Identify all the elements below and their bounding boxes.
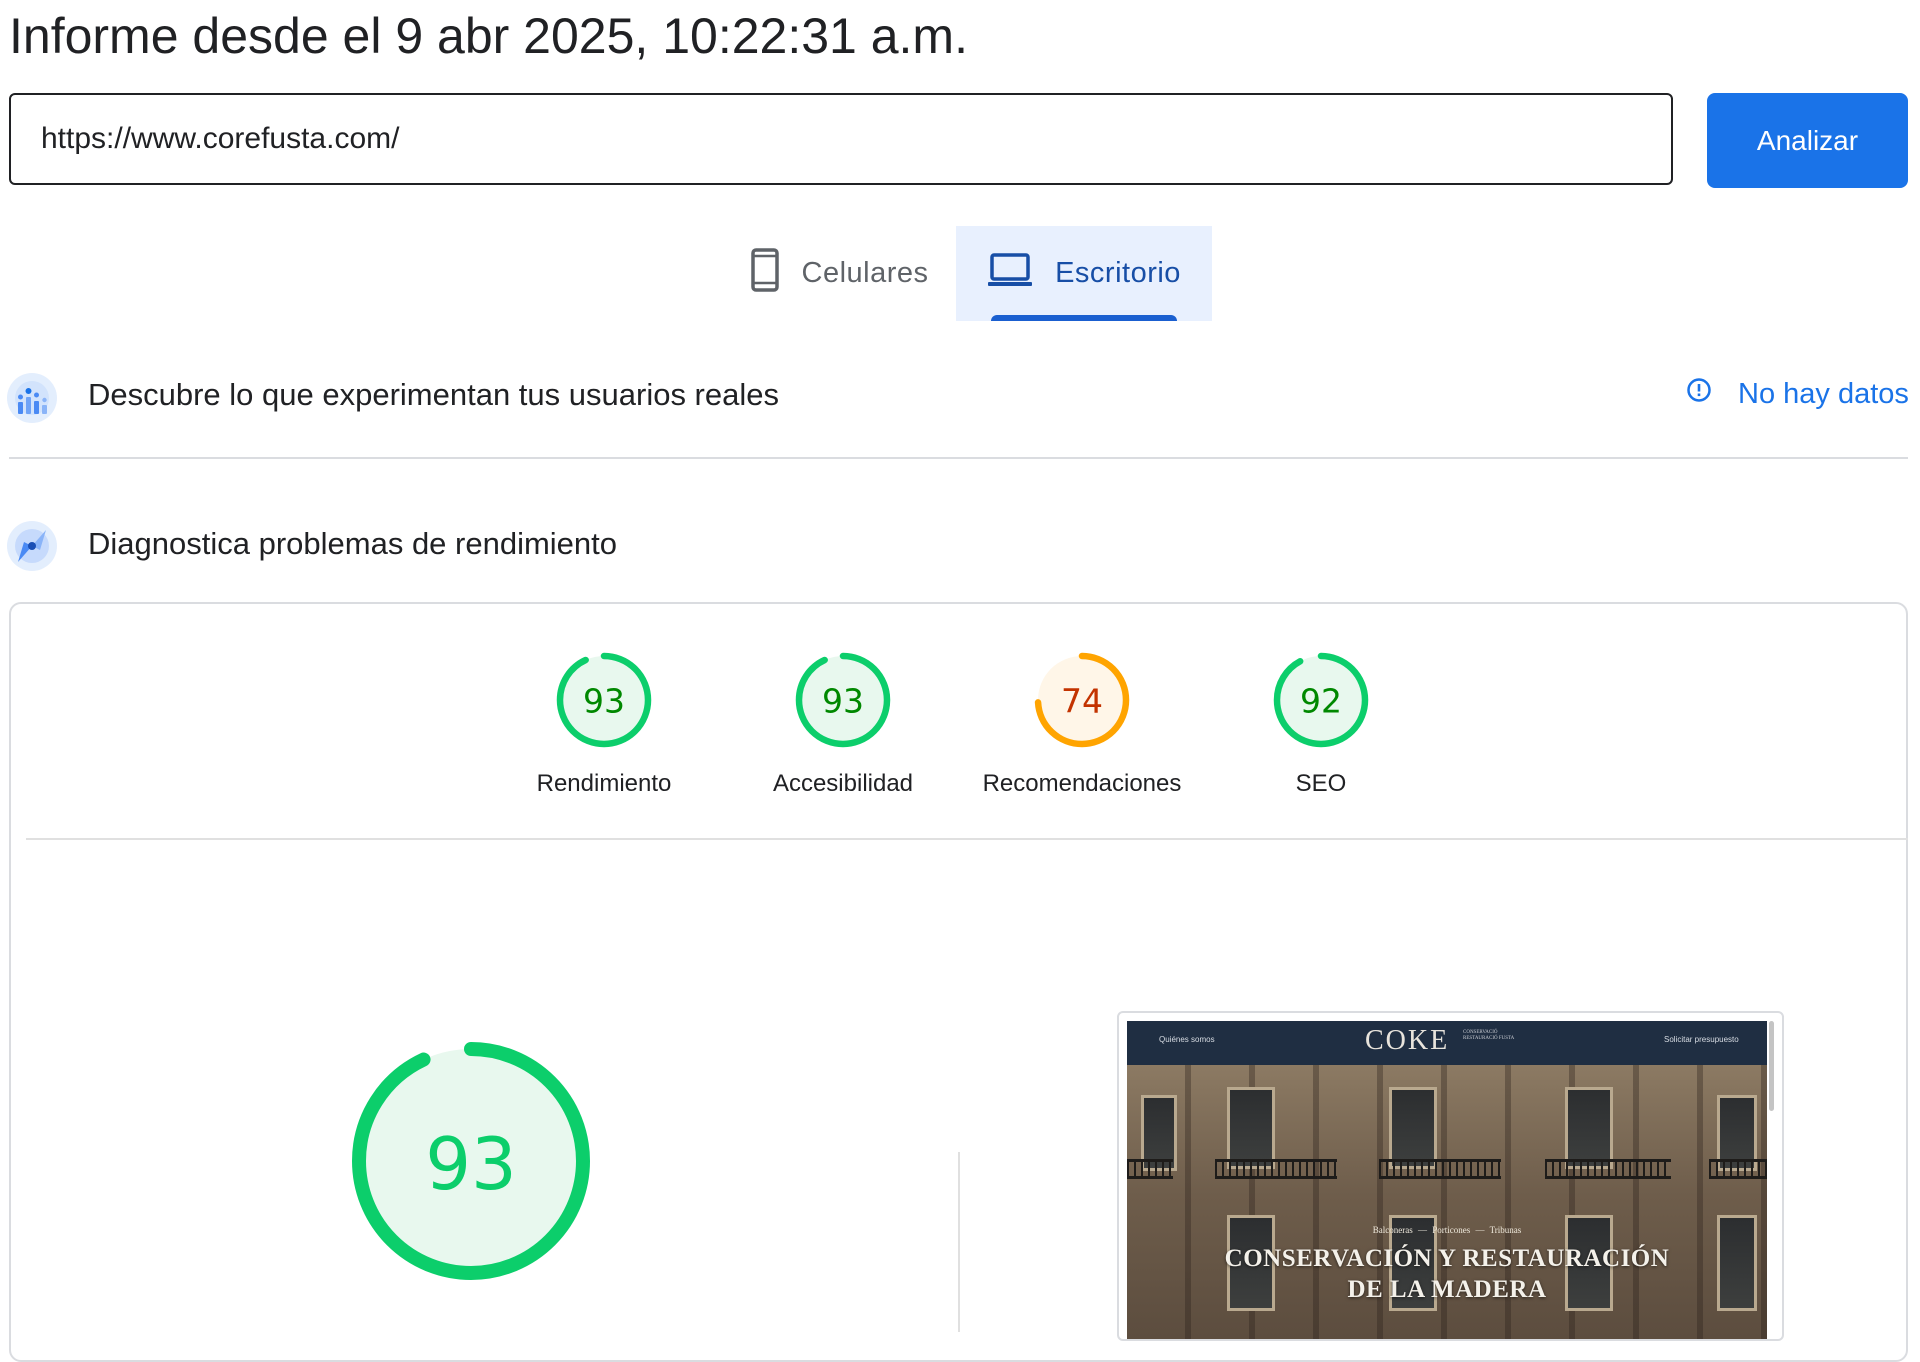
gauge-score: 74: [1061, 682, 1103, 721]
gauge-score: 93: [822, 682, 864, 721]
screenshot-headline: CONSERVACIÓN Y RESTAURACIÓN DE LA MADERA: [1127, 1243, 1767, 1305]
no-data-link[interactable]: No hay datos: [1686, 377, 1909, 411]
page-screenshot: Quiénes somos COKE CONSERVACIÓ RESTAURAC…: [1117, 1011, 1784, 1341]
gauge-score: 93: [583, 682, 625, 721]
tab-selected-indicator: [991, 315, 1177, 321]
tab-mobile[interactable]: Celulares: [722, 226, 956, 321]
screenshot-nav-right: Solicitar presupuesto: [1664, 1035, 1739, 1044]
main-performance-gauge[interactable]: 93: [346, 1036, 596, 1291]
tab-mobile-label: Celulares: [801, 257, 929, 289]
gauge-label: Recomendaciones: [982, 770, 1182, 797]
smartphone-icon: [750, 247, 780, 300]
analyze-button[interactable]: Analizar: [1707, 93, 1908, 188]
gauge-label: Rendimiento: [536, 770, 672, 797]
main-gauge-score: 93: [425, 1122, 517, 1206]
tab-desktop[interactable]: Escritorio: [956, 226, 1212, 321]
screenshot-categories: Balconeras — Porticones — Tribunas: [1372, 1225, 1522, 1235]
screenshot-content: Quiénes somos COKE CONSERVACIÓ RESTAURAC…: [1127, 1021, 1767, 1339]
gauge-ring: 74: [1034, 652, 1130, 748]
vertical-divider: [958, 1152, 960, 1332]
main-gauge-ring: 93: [352, 1042, 590, 1280]
report-title: Informe desde el 9 abr 2025, 10:22:31 a.…: [9, 8, 968, 64]
gauge-ring: 92: [1273, 652, 1369, 748]
tab-desktop-label: Escritorio: [1055, 257, 1181, 289]
gauge-score: 92: [1300, 682, 1342, 721]
screenshot-scrollbar: [1769, 1021, 1774, 1111]
gauge-label: Accesibilidad: [772, 770, 914, 797]
gauge-performance[interactable]: 93 Rendimiento: [484, 650, 724, 798]
users-chart-icon: [6, 372, 58, 424]
no-data-label: No hay datos: [1738, 377, 1909, 410]
url-input[interactable]: [9, 93, 1673, 185]
screenshot-headline-line1: CONSERVACIÓN Y RESTAURACIÓN: [1224, 1245, 1670, 1272]
info-icon: [1686, 377, 1712, 411]
lab-data-title: Diagnostica problemas de rendimiento: [88, 526, 618, 561]
gauge-ring: 93: [795, 652, 891, 748]
gauge-seo[interactable]: 92 SEO: [1201, 650, 1441, 798]
gauge-ring: 93: [556, 652, 652, 748]
section-divider: [9, 457, 1908, 459]
gauge-label: SEO: [1295, 770, 1347, 797]
screenshot-logo-sub: CONSERVACIÓ RESTAURACIÓ FUSTA: [1463, 1030, 1515, 1041]
screenshot-logo: COKE: [1365, 1025, 1450, 1056]
gauge-best-practices[interactable]: 74 Recomendaciones: [962, 650, 1202, 798]
field-data-title: Descubre lo que experimentan tus usuario…: [88, 377, 779, 412]
screenshot-nav-left: Quiénes somos: [1159, 1035, 1215, 1044]
laptop-icon: [987, 252, 1033, 296]
screenshot-navbar: Quiénes somos COKE CONSERVACIÓ RESTAURAC…: [1127, 1021, 1767, 1065]
gauge-accessibility[interactable]: 93 Accesibilidad: [723, 650, 963, 798]
screenshot-headline-line2: DE LA MADERA: [1347, 1276, 1547, 1303]
compass-icon: [6, 520, 58, 572]
card-divider: [26, 838, 1908, 840]
